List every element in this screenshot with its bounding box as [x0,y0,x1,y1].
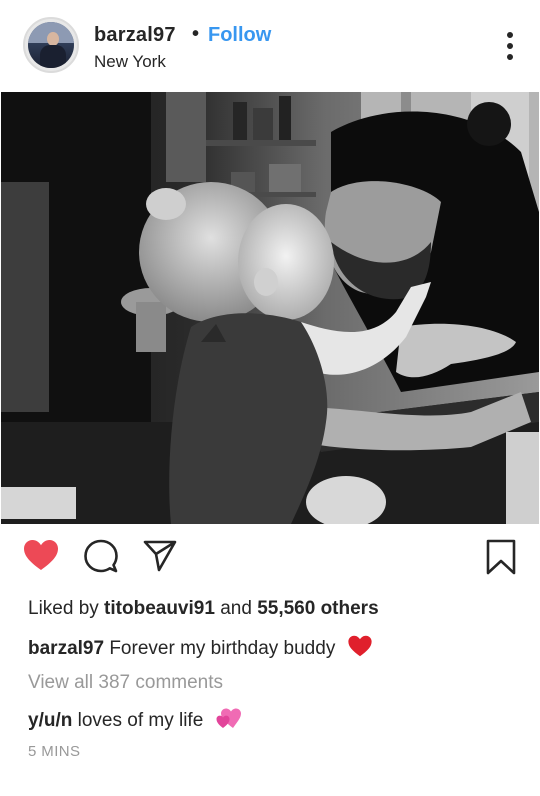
post-photo[interactable] [1,92,539,524]
follow-button[interactable]: Follow [208,24,271,47]
comment-text: loves of my life [72,710,204,732]
separator-dot: • [192,23,200,45]
comment-item: y/u/n loves of my life [28,706,243,736]
username-link[interactable]: barzal97 [94,24,176,47]
avatar-image [28,22,74,68]
comment-username-link[interactable]: y/u/n [28,710,72,731]
likes-connector: and [214,598,258,619]
post-caption: barzal97 Forever my birthday buddy [28,634,373,664]
other-likers-link[interactable]: 55,560 others [257,598,378,619]
comment-button[interactable] [83,538,119,579]
post-header: barzal97 • Follow New York [0,0,540,92]
post-timestamp: 5 MINS [28,743,81,760]
share-button[interactable] [142,538,178,579]
location-link[interactable]: New York [94,52,166,72]
avatar[interactable] [23,17,79,73]
comment-bubble-icon [84,539,118,573]
save-button[interactable] [484,538,518,581]
photo-image [1,92,539,524]
two-hearts-emoji [215,706,243,736]
like-button[interactable] [22,538,60,577]
likes-summary[interactable]: Liked by titobeauvi91 and 55,560 others [28,598,379,620]
caption-text: Forever my birthday buddy [104,638,336,660]
heart-filled-icon [24,540,58,570]
view-all-comments-link[interactable]: View all 387 comments [28,672,223,694]
caption-username-link[interactable]: barzal97 [28,638,104,659]
paper-plane-icon [143,540,177,572]
likes-prefix: Liked by [28,598,105,619]
red-heart-emoji [347,634,373,664]
first-liker-link[interactable]: titobeauvi91 [104,598,215,619]
bookmark-icon [486,539,516,575]
post-actions [0,530,540,590]
more-options-icon[interactable] [500,30,520,62]
